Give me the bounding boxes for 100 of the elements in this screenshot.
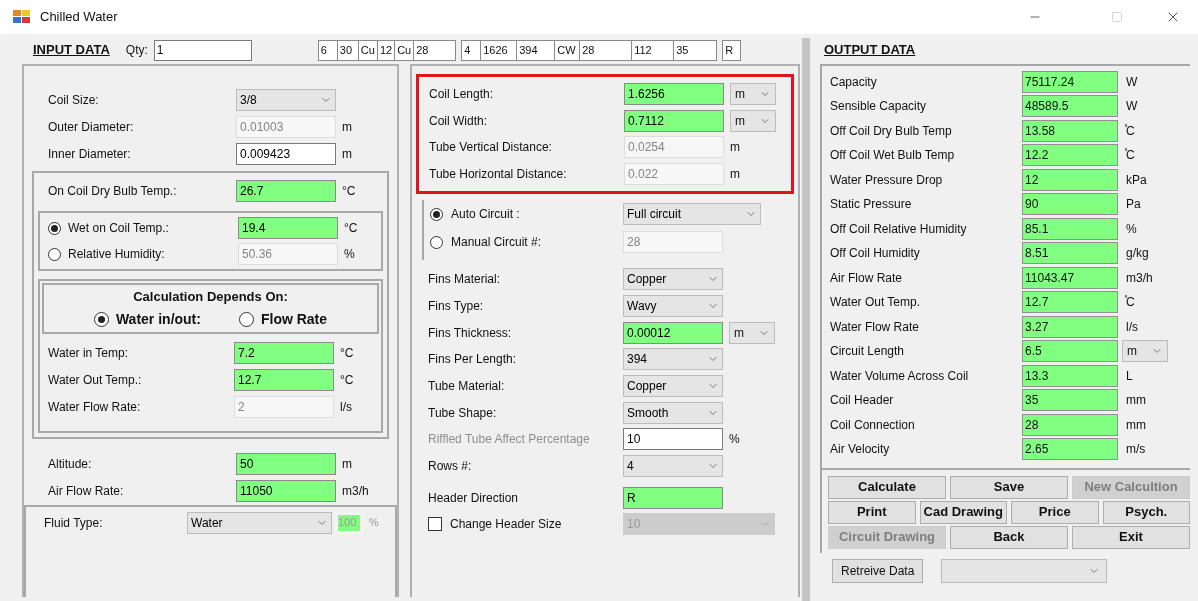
input-field[interactable]: 1.6256 [624,83,724,106]
input-field[interactable]: 12.7 [234,369,334,391]
input-field[interactable]: 7.2 [234,342,334,364]
unit-dropdown[interactable]: m [1122,340,1168,363]
dropdown[interactable]: Smooth [623,401,723,424]
input-field[interactable]: 0.022 [624,162,724,185]
unit-label: W [1126,98,1138,116]
dropdown[interactable]: Full circuit [623,203,761,225]
dropdown[interactable]: Wavy [623,295,723,318]
option-label: Flow Rate [260,309,328,329]
output-label: Static Pressure [830,196,913,214]
output-value: 2.65 [1022,438,1118,461]
input-field[interactable]: 0.009423 [236,142,336,165]
radio-button[interactable] [430,207,443,221]
unit-label: °C [340,372,354,389]
dropdown[interactable]: Copper [623,375,723,398]
field-label: Header Direction [428,489,520,507]
input-field[interactable]: 0.01003 [236,115,336,138]
unit-label: % [344,246,355,263]
unit-label: m3/h [342,483,369,500]
unit-label: m [730,165,740,183]
output-value: 8.51 [1022,242,1118,265]
radio-button[interactable] [48,221,61,235]
field-label: Tube Shape: [428,404,498,422]
unit-label: Pa [1126,196,1141,214]
unit-label: W [1126,73,1138,91]
input-field[interactable]: 50 [236,453,336,475]
input-field[interactable]: 28 [623,231,723,253]
code-cell: CW [554,39,581,61]
input-field[interactable]: 11050 [236,480,336,502]
field-label: Riffled Tube Affect Percentage [428,431,591,449]
input-field[interactable]: 0.0254 [624,136,724,159]
output-value: 6.5 [1022,340,1118,363]
output-value: 28 [1022,413,1118,436]
unit-dropdown[interactable]: m [730,109,776,132]
output-value: 12.2 [1022,144,1118,167]
action-button[interactable]: Calculate [828,475,946,499]
checkbox[interactable] [428,516,442,531]
option-label: Relative Humidity: [68,246,166,263]
radio-button[interactable] [93,311,109,327]
unit-label: m/s [1126,441,1146,459]
field-label: Outer Diameter: [48,118,135,136]
input-field[interactable]: R [623,486,723,509]
action-button[interactable]: Print [828,500,916,524]
unit-label: ̊C [1126,294,1135,312]
field-label: Coil Length: [429,86,495,104]
action-button[interactable]: Exit [1072,525,1190,549]
unit-label: l/s [1126,318,1138,336]
input-field[interactable]: 26.7 [236,180,336,202]
output-value: 11043.47 [1022,266,1118,289]
output-label: Water Flow Rate [830,318,920,336]
action-button[interactable]: Cad Drawing [919,500,1007,524]
output-value: 13.58 [1022,119,1118,142]
output-label: Coil Header [830,392,895,410]
input-field[interactable]: 2 [234,396,334,418]
dropdown[interactable]: Copper [623,268,723,291]
field-label: Water Out Temp.: [48,372,143,389]
radio-button[interactable] [430,235,443,249]
unit-label: mm [1126,392,1146,410]
dropdown[interactable]: Water [187,511,332,534]
dropdown[interactable]: 394 [623,348,723,371]
input-field[interactable]: 0.7112 [624,109,724,132]
section-heading: INPUT DATA [33,41,110,60]
input-field[interactable]: 10 [623,428,723,451]
unit-label: mm [1126,416,1146,434]
output-value: 12 [1022,168,1118,191]
retrieve-button[interactable]: Retreive Data [832,558,924,583]
option-label: Water in/out: [115,309,201,329]
unit-label: L [1126,367,1133,385]
field-label: Fins Type: [428,298,485,316]
unit-label: m [342,118,352,136]
radio-button[interactable] [48,247,61,261]
action-button[interactable]: Psych. [1102,500,1190,524]
input-field[interactable]: 0.00012 [623,321,723,344]
unit-label: % [729,431,740,449]
unit-dropdown[interactable]: m [730,83,776,106]
action-button[interactable]: Save [950,475,1068,499]
group-title: Calculation Depends On: [133,288,288,306]
output-label: Water Volume Across Coil [830,367,970,385]
code-cell: Cu [357,39,378,61]
field-label: Water in Temp: [48,345,130,362]
code-cell: 30 [336,39,359,61]
dropdown[interactable]: 4 [623,455,723,478]
action-button[interactable]: Price [1011,500,1099,524]
field-label: Tube Material: [428,378,506,396]
output-label: Off Coil Wet Bulb Temp [830,147,956,165]
radio-button[interactable] [238,311,254,327]
maximize-icon [1111,11,1123,23]
unit-label: m [730,139,740,157]
unit-label: % [1126,220,1137,238]
field-label: Tube Vertical Distance: [429,139,553,157]
action-button[interactable]: Back [950,525,1068,549]
input-field[interactable]: 19.4 [238,217,338,239]
output-value: 48589.5 [1022,95,1118,118]
unit-dropdown[interactable]: m [729,321,775,344]
output-value: 75117.24 [1022,70,1118,93]
qty-field[interactable]: 1 [153,39,252,61]
dropdown[interactable]: 3/8 [236,88,336,111]
input-field[interactable]: 50.36 [238,243,338,265]
code-cell: 1626 [480,39,518,61]
